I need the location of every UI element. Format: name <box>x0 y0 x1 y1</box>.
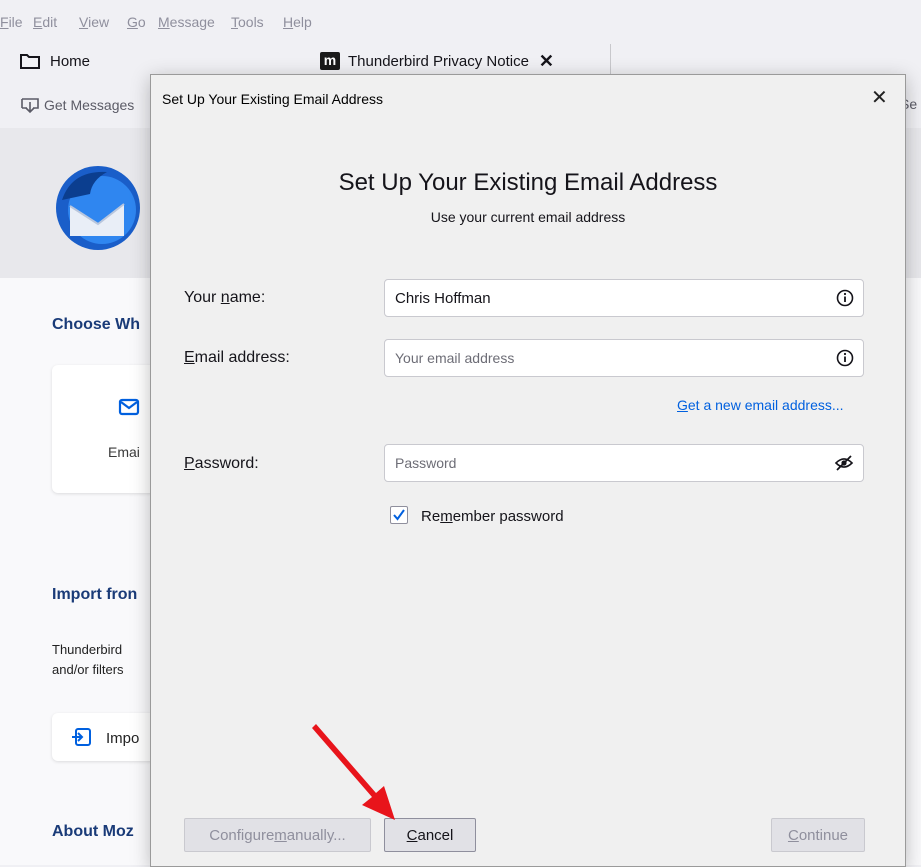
dialog-body <box>151 121 905 866</box>
configure-manually-button[interactable]: Configure m anually... <box>184 818 371 852</box>
remember-password-label: Remember password <box>421 508 564 525</box>
name-input-value: Chris Hoffman <box>395 290 491 307</box>
name-label: Your name: <box>184 289 266 306</box>
email-input-placeholder: Your email address <box>395 350 515 366</box>
password-input-placeholder: Password <box>395 455 457 471</box>
mozilla-logo-icon: m <box>320 52 340 70</box>
tab-separator <box>610 44 611 76</box>
setup-email-dialog: Set Up Your Existing Email Address ✕ Set… <box>150 74 906 867</box>
import-desc-line2: and/or filters <box>52 662 124 677</box>
email-card-label: Emai <box>108 444 140 460</box>
thunderbird-logo-icon <box>52 160 144 252</box>
password-input[interactable]: Password <box>384 444 864 482</box>
info-icon[interactable] <box>836 349 854 370</box>
remember-password-checkbox[interactable] <box>390 506 408 524</box>
import-heading: Import fron <box>52 586 138 603</box>
import-icon <box>70 727 92 750</box>
menu-file[interactable]: File <box>0 14 23 30</box>
menu-tools[interactable]: Tools <box>231 14 264 30</box>
download-icon <box>20 96 40 114</box>
menu-bar: File Edit View Go Message Tools Help <box>0 0 921 36</box>
close-tab-icon[interactable]: ✕ <box>539 51 554 72</box>
mail-icon <box>118 398 140 419</box>
menu-help[interactable]: Help <box>283 14 312 30</box>
dialog-window-title: Set Up Your Existing Email Address <box>162 91 384 107</box>
email-card[interactable] <box>52 365 162 493</box>
import-description: Thunderbird and/or filters <box>52 640 124 680</box>
folder-icon <box>20 53 40 69</box>
tab-privacy-label: Thunderbird Privacy Notice <box>348 52 529 70</box>
tab-home-label: Home <box>50 52 91 70</box>
get-messages-label: Get Messages <box>44 97 135 113</box>
menu-view[interactable]: View <box>79 14 109 30</box>
dialog-subheading: Use your current email address <box>430 209 626 225</box>
about-heading: About Moz <box>52 823 134 840</box>
menu-edit[interactable]: Edit <box>33 14 57 30</box>
get-new-email-link[interactable]: Get a new email address... <box>677 397 844 413</box>
menu-message[interactable]: Message <box>158 14 215 30</box>
continue-button[interactable]: Continue <box>771 818 865 852</box>
password-label: Password: <box>184 455 259 472</box>
tab-privacy-notice[interactable]: m Thunderbird Privacy Notice ✕ <box>320 44 554 78</box>
import-button-label: Impo <box>106 730 140 747</box>
get-messages-button[interactable]: Get Messages <box>20 96 134 114</box>
name-input[interactable]: Chris Hoffman <box>384 279 864 317</box>
tab-home[interactable]: Home <box>20 44 90 78</box>
dialog-heading: Set Up Your Existing Email Address <box>338 169 718 196</box>
email-input[interactable]: Your email address <box>384 339 864 377</box>
info-icon[interactable] <box>836 289 854 310</box>
cancel-button[interactable]: Cancel <box>384 818 476 852</box>
email-label: Email address: <box>184 349 290 366</box>
import-desc-line1: Thunderbird <box>52 642 123 657</box>
close-icon[interactable]: ✕ <box>871 85 888 110</box>
choose-heading: Choose Wh <box>52 316 140 333</box>
eye-slash-icon[interactable] <box>834 454 854 475</box>
menu-go[interactable]: Go <box>127 14 146 30</box>
